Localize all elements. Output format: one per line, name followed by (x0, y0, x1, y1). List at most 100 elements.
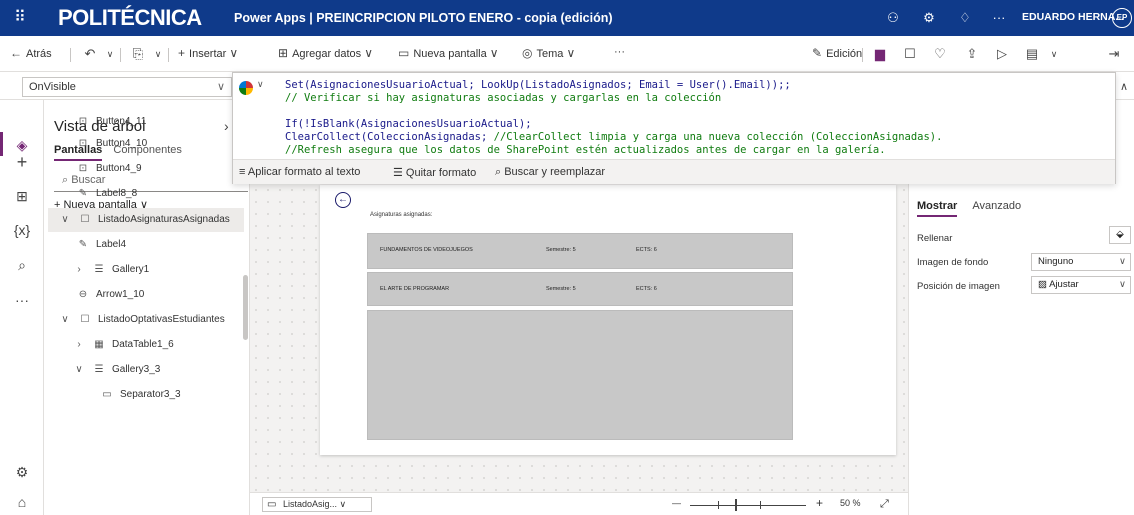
chevron-down-icon: ∨ (75, 364, 83, 375)
app-icon[interactable]: ▆ (870, 44, 890, 64)
subject-semester: Semestre: 5 (546, 286, 576, 292)
tree-item[interactable]: ∨ ☐ ListadoOptativasEstudiantes (48, 308, 244, 332)
tree-item-label: Label8_8 (96, 188, 138, 199)
copy-icon[interactable]: ⎘ (128, 44, 148, 64)
notification-icon[interactable]: ♢ (956, 9, 974, 27)
formula-editor[interactable]: ∨ Set(AsignacionesUsuarioActual; LookUp(… (232, 72, 1116, 184)
tree-item-label: Gallery1 (112, 264, 150, 275)
chevron-down-icon: ∨ (566, 46, 576, 60)
gallery-row-empty[interactable] (367, 310, 793, 440)
image-position-dropdown[interactable]: ▨ Ajustar ∨ (1031, 276, 1131, 294)
chevron-down-icon: ∨ (229, 46, 239, 60)
tree-item[interactable]: ⊖ Arrow1_10 (76, 283, 242, 307)
tab-display[interactable]: Mostrar (917, 200, 958, 217)
zoom-slider[interactable] (690, 505, 806, 506)
zoom-out-icon[interactable]: — (672, 498, 681, 508)
zoom-slider-thumb[interactable] (735, 499, 737, 511)
code-line: If(!IsBlank(AsignacionesUsuarioActual); (285, 118, 532, 130)
tree-item[interactable]: ▭ Separator3_3 (100, 383, 242, 407)
tree-item[interactable]: ✎ Label4 (76, 233, 242, 257)
avatar[interactable]: EP (1112, 8, 1132, 28)
insert-icon[interactable]: + (10, 150, 34, 174)
back-button[interactable]: ← Atrás (10, 46, 52, 60)
tree-item-label: Separator3_3 (120, 389, 181, 400)
zoom-in-icon[interactable]: + (816, 496, 823, 510)
format-text-button[interactable]: ≡ Aplicar formato al texto (239, 166, 360, 178)
new-screen-button[interactable]: ▭ Nueva pantalla ∨ (398, 46, 503, 60)
chevron-up-icon[interactable]: ∧ (1120, 80, 1128, 93)
fill-label: Rellenar (917, 233, 953, 244)
add-data-button[interactable]: ⊞ Agregar datos ∨ (278, 46, 377, 60)
divider (168, 48, 169, 62)
tree-item-label: Gallery3_3 (112, 364, 161, 375)
tree-item[interactable]: ⊡ Button4_10 (76, 132, 242, 156)
undo-icon[interactable]: ↶ (80, 44, 100, 64)
find-replace-button[interactable]: ⌕ Buscar y reemplazar (495, 166, 605, 179)
formula-code[interactable]: Set(AsignacionesUsuarioActual; LookUp(Li… (285, 79, 1111, 157)
tree-item[interactable]: ∨ ☰ Gallery3_3 (58, 358, 242, 382)
bg-image-label: Imagen de fondo (917, 257, 989, 268)
search-icon[interactable]: ⌕ (10, 253, 34, 277)
people-icon[interactable]: ⚇ (884, 9, 902, 27)
comment-icon[interactable]: ☐ (900, 44, 920, 64)
virtual-agent-icon[interactable]: ⌂ (10, 490, 34, 514)
publish-icon[interactable]: ⇥ (1104, 44, 1124, 64)
waffle-icon[interactable]: ⠿ (8, 6, 32, 30)
divider (120, 48, 121, 62)
tree-scrollbar[interactable] (243, 275, 248, 340)
tree-item-selected[interactable]: ∨ ☐ ListadoAsignaturasAsignadas (48, 208, 244, 232)
tree-item[interactable]: ⊡ Button4_9 (76, 157, 242, 181)
more-commands-button[interactable]: ··· (614, 46, 625, 58)
chevron-down-icon[interactable]: ∨ (257, 79, 264, 90)
gallery-row[interactable]: EL ARTE DE PROGRAMAR Semestre: 5 ECTS: 6 (367, 272, 793, 306)
app-checker-icon[interactable]: ♡ (930, 44, 950, 64)
tree-item[interactable]: ⊡ Button4_11 (76, 110, 242, 134)
bg-image-dropdown[interactable]: Ninguno ∨ (1031, 253, 1131, 271)
edit-mode-button[interactable]: ✎ Edición (812, 46, 862, 60)
save-dropdown-icon[interactable]: ∨ (1044, 44, 1064, 64)
container-icon: ☐ (80, 314, 90, 325)
copilot-icon[interactable] (239, 81, 253, 95)
tree-item-label: Button4_9 (96, 163, 142, 174)
property-label: OnVisible (29, 81, 76, 93)
subject-name: FUNDAMENTOS DE VIDEOJUEGOS (380, 247, 473, 253)
more-icon[interactable]: ··· (10, 288, 34, 312)
copy-dropdown-icon[interactable]: ∨ (148, 44, 168, 64)
remove-format-icon: ☰ (393, 167, 406, 179)
user-name[interactable]: EDUARDO HERNA... (1022, 11, 1124, 23)
chevron-down-icon: ∨ (61, 314, 69, 325)
back-label: Atrás (26, 48, 52, 60)
tree-item[interactable]: ✎ Label8_8 (76, 182, 242, 206)
palette-icon: ◎ (522, 46, 533, 60)
remove-format-button[interactable]: ☰ Quitar formato (393, 166, 476, 179)
variables-icon[interactable]: {x} (10, 218, 34, 242)
zoom-tick (718, 501, 719, 509)
more-icon[interactable]: ··· (990, 9, 1008, 27)
fit-to-window-icon[interactable]: ⤢ (880, 498, 889, 511)
insert-button[interactable]: + Insertar ∨ (178, 46, 242, 60)
share-icon[interactable]: ⇪ (962, 44, 982, 64)
data-icon[interactable]: ⊞ (10, 184, 34, 208)
property-dropdown[interactable]: OnVisible ∨ (22, 77, 232, 97)
fill-color-picker[interactable]: ⬙ (1109, 226, 1131, 244)
tree-item[interactable]: › ☰ Gallery1 (58, 258, 242, 282)
settings-icon[interactable]: ⚙ (920, 9, 938, 27)
theme-button[interactable]: ◎ Tema ∨ (522, 46, 579, 60)
tab-advanced[interactable]: Avanzado (972, 200, 1021, 212)
undo-dropdown-icon[interactable]: ∨ (100, 44, 120, 64)
preview-play-icon[interactable]: ▷ (992, 44, 1012, 64)
settings-icon[interactable]: ⚙ (10, 460, 34, 484)
assigned-heading[interactable]: Asignaturas asignadas: (370, 212, 432, 218)
bg-image-value: Ninguno (1038, 256, 1074, 267)
screen-selector[interactable]: ▭ ListadoAsig... ∨ (262, 497, 372, 512)
edit-label: Edición (826, 48, 863, 60)
save-icon[interactable]: ▤ (1022, 44, 1042, 64)
back-arrow-icon[interactable]: ← (335, 192, 351, 208)
gallery-row[interactable]: FUNDAMENTOS DE VIDEOJUEGOS Semestre: 5 E… (367, 233, 793, 269)
tree-item[interactable]: › ▦ DataTable1_6 (58, 333, 242, 357)
image-icon: ▨ (1038, 279, 1050, 290)
subject-name: EL ARTE DE PROGRAMAR (380, 286, 450, 292)
code-line: ClearCollect(ColeccionAsignadas; (285, 131, 494, 143)
screen-selector-label: ListadoAsig... (283, 499, 338, 509)
search-icon: ⌕ (495, 166, 505, 178)
